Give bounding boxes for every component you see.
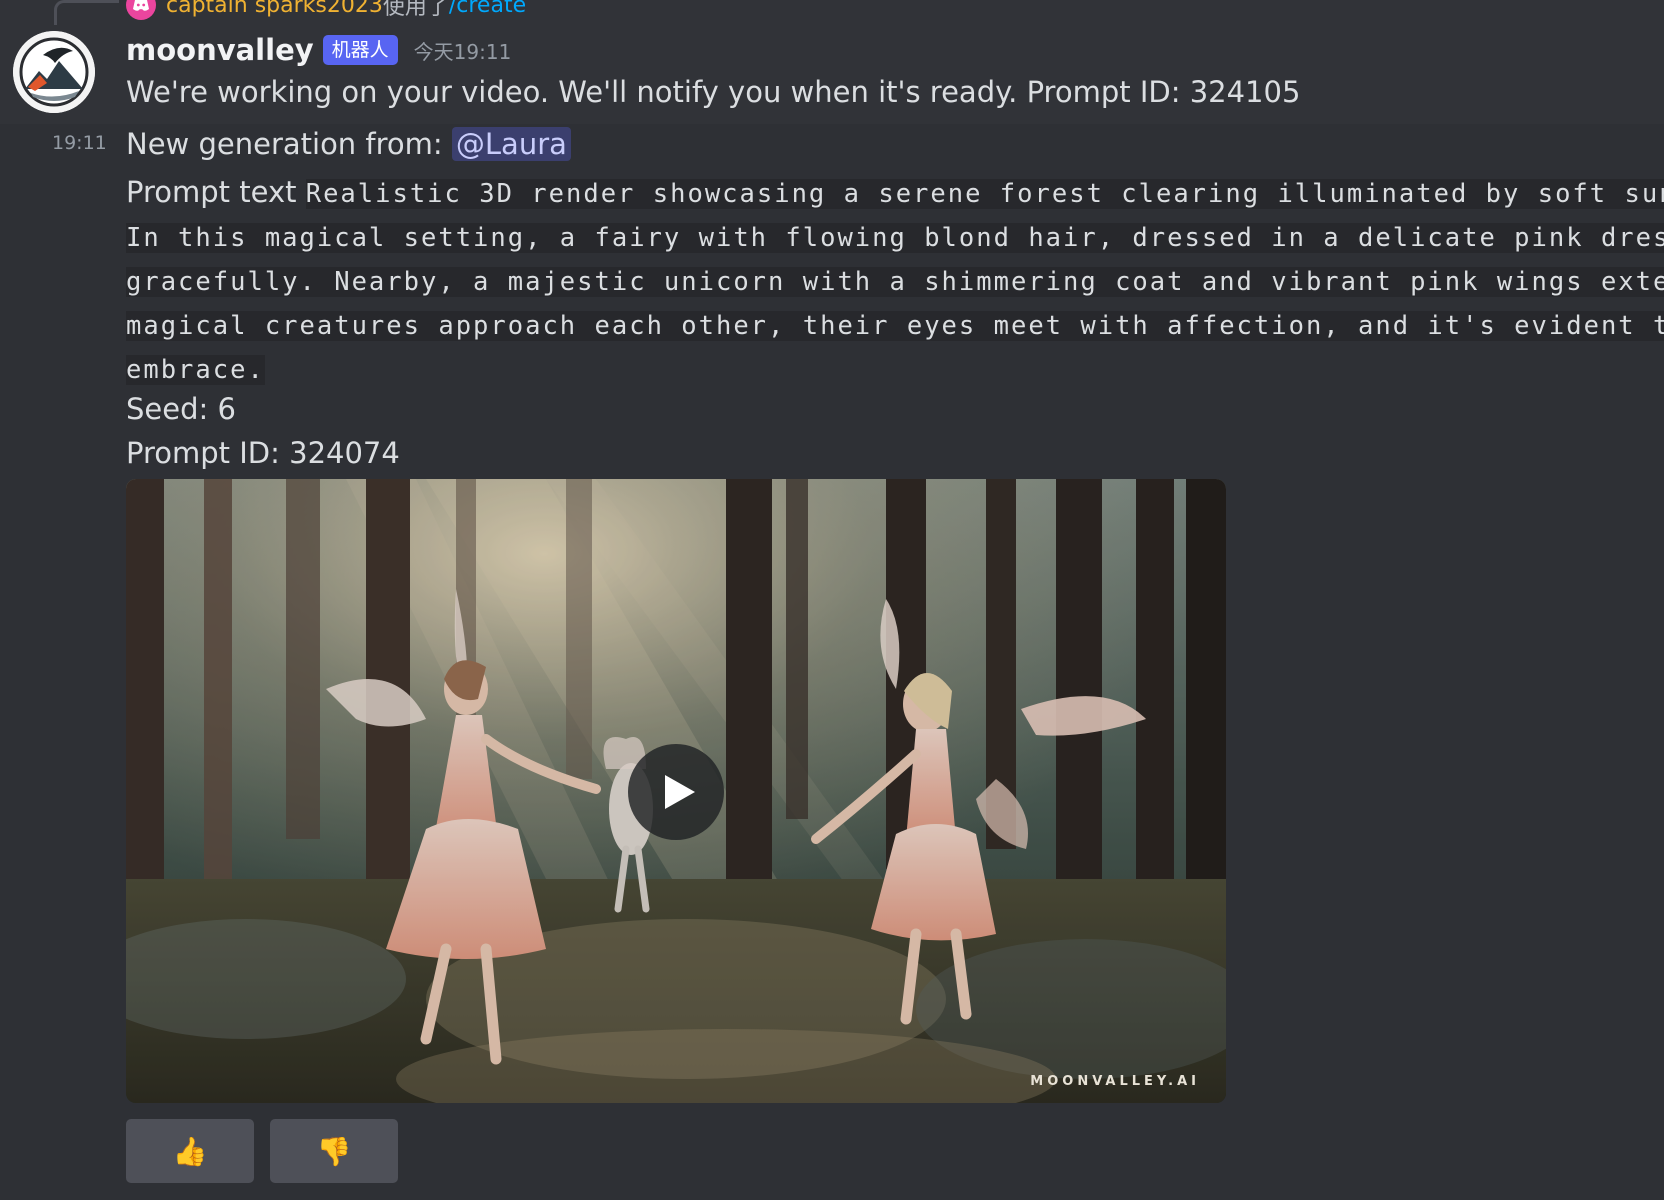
thumbs-down-icon: 👎 [316, 1134, 352, 1168]
prompt-text-block: Prompt text Realistic 3D render showcasi… [126, 170, 1664, 390]
prompt-line: In this magical setting, a fairy with fl… [126, 214, 1664, 258]
prompt-code: In this magical setting, a fairy with fl… [126, 223, 1664, 253]
generation-label: New generation from: [126, 127, 443, 161]
message-text: We're working on your video. We'll notif… [126, 75, 1301, 109]
prompt-code: magical creatures approach each other, t… [126, 311, 1664, 341]
reply-connector [54, 0, 119, 25]
prompt-id-text: Prompt ID: 324074 [126, 436, 400, 470]
user-mention[interactable]: @Laura [451, 127, 571, 161]
prompt-line: magical creatures approach each other, t… [126, 302, 1664, 346]
discord-icon [126, 0, 156, 20]
prompt-code: gracefully. Nearby, a majestic unicorn w… [126, 267, 1664, 297]
thumbs-down-button[interactable]: 👎 [270, 1119, 398, 1183]
play-icon [665, 775, 695, 809]
message-timestamp[interactable]: 今天19:11 [414, 36, 512, 65]
bot-tag: 机器人 [322, 35, 398, 65]
followup-timestamp[interactable]: 19:11 [52, 132, 107, 154]
prompt-line: gracefully. Nearby, a majestic unicorn w… [126, 258, 1664, 302]
reply-middle-text: 使用了 [382, 0, 449, 20]
reaction-buttons: 👍 👎 [126, 1119, 398, 1183]
reply-author[interactable]: captain sparks2023 [166, 0, 383, 18]
bot-avatar[interactable] [13, 31, 95, 113]
prompt-line: embrace. [126, 346, 1664, 390]
seed-text: Seed: 6 [126, 392, 236, 426]
reply-reference[interactable]: captain sparks2023 使用了 /create [126, 0, 526, 20]
play-button[interactable] [628, 744, 724, 840]
prompt-line: Prompt text Realistic 3D render showcasi… [126, 170, 1664, 214]
reply-command[interactable]: /create [449, 0, 526, 18]
video-player[interactable]: MOONVALLEY.AI [126, 479, 1226, 1103]
thumbs-up-button[interactable]: 👍 [126, 1119, 254, 1183]
generation-line: New generation from: @Laura [126, 124, 571, 164]
prompt-code: Realistic 3D render showcasing a serene … [305, 179, 1664, 209]
prompt-label: Prompt text [126, 175, 297, 209]
thumbs-up-icon: 👍 [172, 1134, 208, 1168]
video-watermark: MOONVALLEY.AI [1030, 1074, 1200, 1089]
message-header: moonvalley 机器人 今天19:11 [126, 30, 511, 70]
prompt-code: embrace. [126, 355, 265, 385]
username[interactable]: moonvalley [126, 33, 314, 67]
